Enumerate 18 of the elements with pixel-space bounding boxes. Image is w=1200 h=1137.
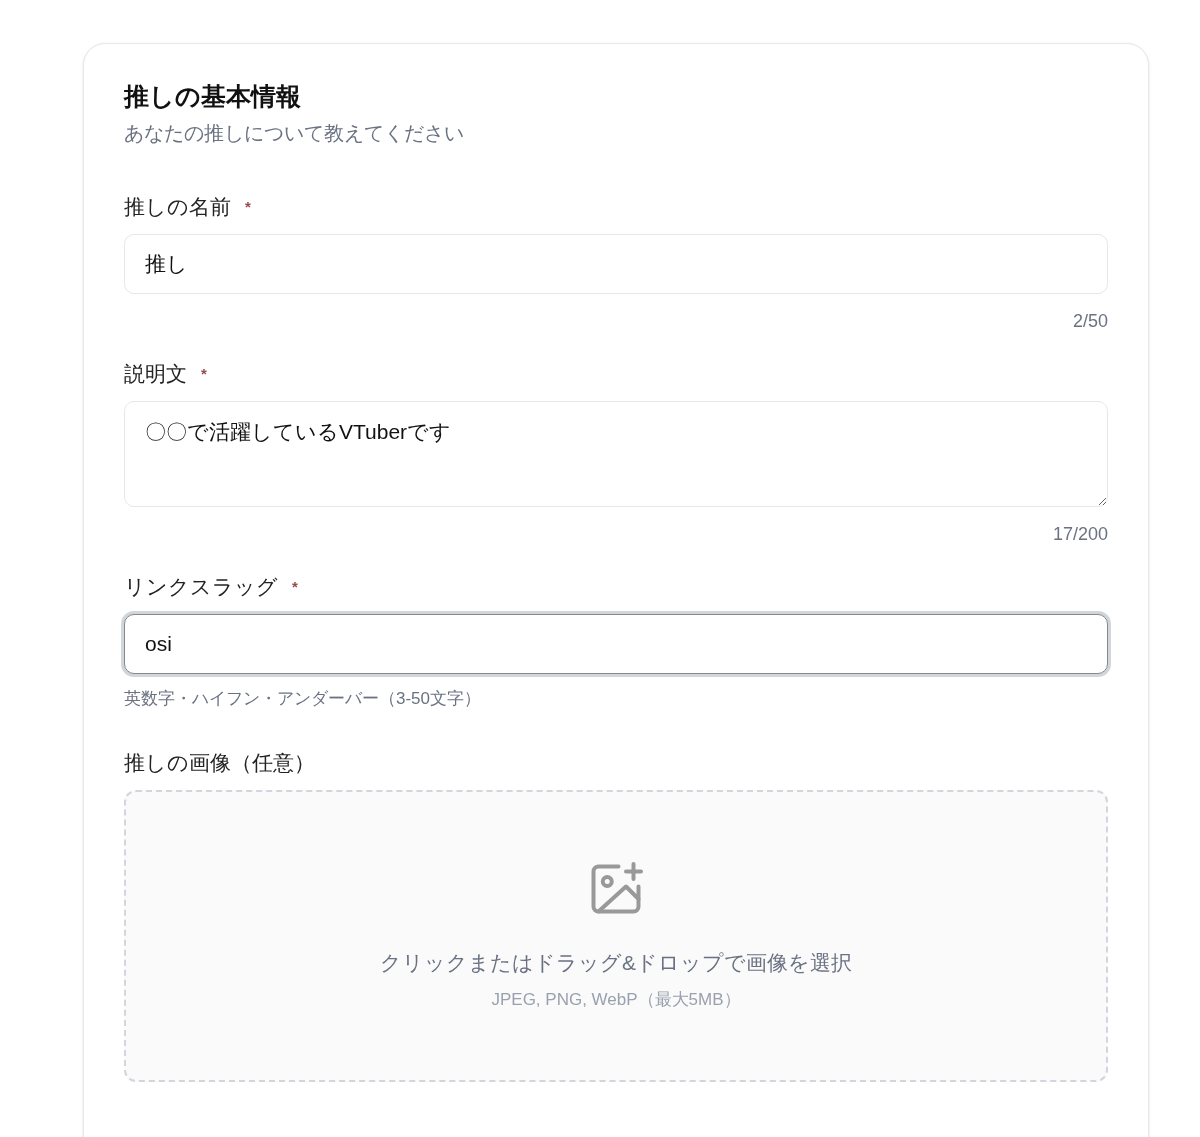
- character-counter: 2/50: [1072, 310, 1108, 333]
- text-field[interactable]: osi: [124, 614, 1108, 674]
- section-subtitle: あなたの推しについて教えてください: [124, 121, 465, 146]
- required-mark: *: [201, 363, 207, 384]
- field-label: 説明文: [124, 361, 187, 388]
- upload-prompt: クリックまたはドラッグ&ドロップで画像を選択: [380, 950, 852, 976]
- field-label: リンクスラッグ: [124, 574, 278, 601]
- textarea-field[interactable]: 〇〇で活躍しているVTuberです: [124, 401, 1108, 507]
- field-label: 推しの名前: [124, 194, 231, 221]
- section-title: 推しの基本情報: [124, 81, 302, 112]
- text-field[interactable]: 推し: [124, 234, 1108, 294]
- upload-formats: JPEG, PNG, WebP（最大5MB）: [491, 988, 741, 1011]
- required-mark: *: [245, 196, 251, 217]
- field-hint: 英数字・ハイフン・アンダーバー（3-50文字）: [124, 688, 483, 710]
- field-label: 推しの画像（任意）: [124, 749, 315, 776]
- required-mark: *: [292, 576, 298, 597]
- image-dropzone[interactable]: クリックまたはドラッグ&ドロップで画像を選択 JPEG, PNG, WebP（最大5MB）: [124, 789, 1108, 1082]
- character-counter: 17/200: [1052, 523, 1108, 546]
